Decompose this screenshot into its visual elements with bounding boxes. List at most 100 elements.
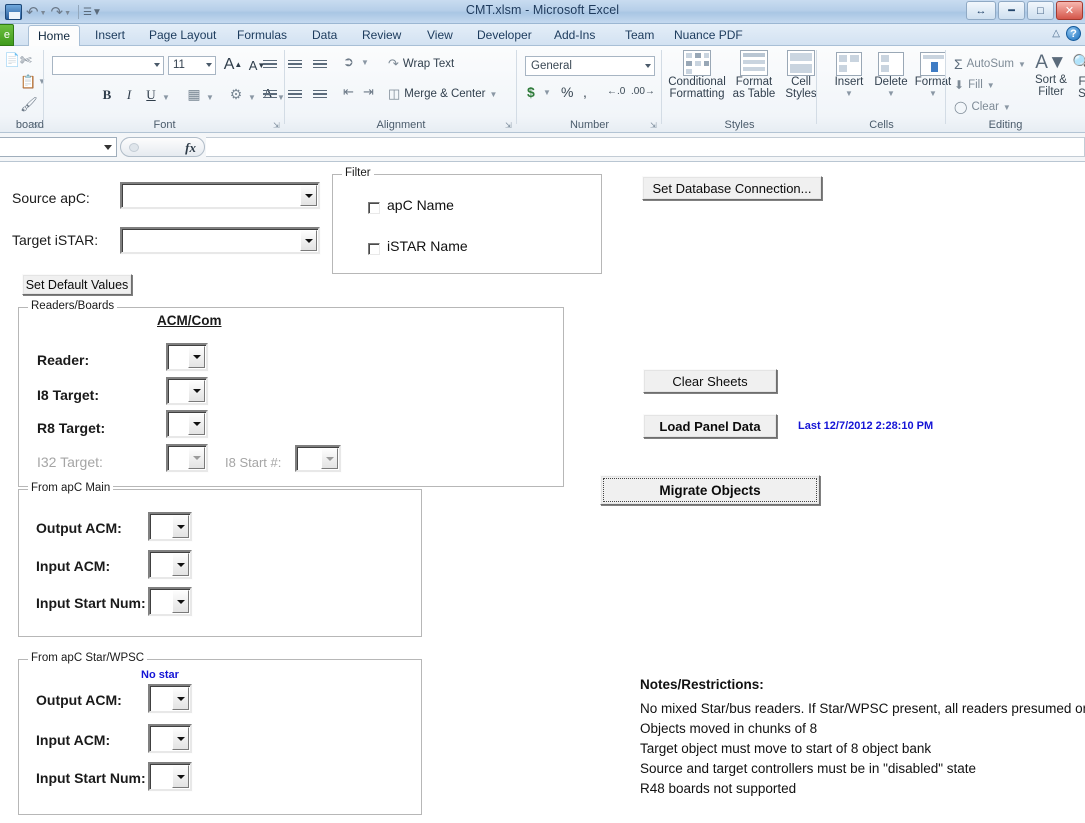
fill-color-dropdown-icon[interactable]: ▼ [246,87,258,108]
star-input-acm-select[interactable] [148,724,192,753]
grow-font-icon[interactable]: A ▲ [222,54,244,75]
underline-icon[interactable]: U [142,84,160,105]
i8-target-select[interactable] [166,377,208,405]
i8-start-select[interactable] [295,445,341,472]
source-apc-dropdown-icon[interactable] [300,185,317,206]
tab-file[interactable]: e [0,24,14,46]
main-input-acm-dropdown-icon[interactable] [172,553,189,576]
tab-nuance-pdf[interactable]: Nuance PDF [665,24,752,46]
restore-window-icon[interactable]: ↔ [966,1,996,20]
number-format-select[interactable]: General [525,56,655,76]
merge-center-button[interactable]: ◫ Merge & Center ▼ [388,86,497,102]
set-default-values-button[interactable]: Set Default Values [22,274,132,295]
decrease-decimal-icon[interactable]: .00→ [631,86,655,97]
tab-developer[interactable]: Developer [468,24,541,46]
decrease-indent-icon[interactable]: ⇤ [340,84,360,104]
main-input-acm-select[interactable] [148,550,192,579]
i8-start-dropdown-icon[interactable] [321,448,338,469]
collapse-ribbon-icon[interactable]: △ [1052,28,1060,39]
number-dialog-launcher-icon[interactable]: ⇲ [650,121,659,130]
cell-styles-button[interactable]: Cell Styles [780,50,822,100]
percent-icon[interactable]: % [561,84,573,100]
reader-select[interactable] [166,343,208,371]
minimize-icon[interactable]: ━ [998,1,1025,20]
r8-target-select[interactable] [166,410,208,438]
fill-dropdown-icon[interactable]: ▼ [987,81,995,90]
align-center-icon[interactable] [285,84,305,104]
merge-center-dropdown-icon[interactable]: ▼ [489,90,497,99]
fill-color-icon[interactable]: ⚙ [226,84,246,105]
find-select-button[interactable]: 🔍 F S [1072,52,1085,100]
migrate-objects-button[interactable]: Migrate Objects [600,475,820,505]
comma-icon[interactable]: , [583,84,587,100]
insert-cells-button[interactable]: Insert ▼ [827,52,871,100]
orientation-dropdown-icon[interactable]: ▼ [358,58,378,78]
target-istar-dropdown-icon[interactable] [300,230,317,251]
name-box[interactable] [0,137,117,157]
maximize-icon[interactable]: □ [1027,1,1054,20]
paste-icon[interactable]: 📄 [4,52,20,68]
format-as-table-button[interactable]: Format as Table [728,50,780,100]
star-output-acm-dropdown-icon[interactable] [172,687,189,710]
r8-target-dropdown-icon[interactable] [188,413,205,435]
tab-review[interactable]: Review [353,24,410,46]
help-icon[interactable]: ? [1066,26,1081,41]
tab-add-ins[interactable]: Add-Ins [545,24,604,46]
insert-function-button[interactable]: fx [120,137,205,157]
tab-home[interactable]: Home [28,25,81,47]
sort-filter-button[interactable]: A▼ Sort & Filter [1028,52,1074,98]
increase-indent-icon[interactable]: ⇥ [360,84,380,104]
font-name-dropdown-icon[interactable] [154,63,160,67]
tab-page-layout[interactable]: Page Layout [140,24,225,46]
reader-dropdown-icon[interactable] [188,346,205,368]
delete-cells-dropdown-icon[interactable]: ▼ [887,88,895,100]
clipboard-dialog-launcher-icon[interactable]: ⇲ [32,121,41,130]
star-output-acm-select[interactable] [148,684,192,713]
tab-formulas[interactable]: Formulas [228,24,296,46]
main-output-acm-dropdown-icon[interactable] [172,515,189,538]
i32-target-dropdown-icon[interactable] [188,447,205,469]
format-cells-dropdown-icon[interactable]: ▼ [929,88,937,100]
alignment-dialog-launcher-icon[interactable]: ⇲ [505,121,514,130]
format-painter-icon[interactable]: 🖌 [20,96,38,113]
copy-icon[interactable]: 📋 [20,74,36,90]
font-dialog-launcher-icon[interactable]: ⇲ [273,121,282,130]
star-input-start-num-dropdown-icon[interactable] [172,765,189,788]
tab-view[interactable]: View [418,24,462,46]
clear-dropdown-icon[interactable]: ▼ [1003,103,1011,112]
clear-button[interactable]: ◯ Clear ▼ [954,100,1011,114]
fill-button[interactable]: ⬇ Fill ▼ [954,78,995,92]
align-right-icon[interactable] [310,84,330,104]
clear-sheets-button[interactable]: Clear Sheets [643,369,777,393]
orientation-icon[interactable]: ➲ [340,54,360,74]
insert-cells-dropdown-icon[interactable]: ▼ [845,88,853,100]
autosum-button[interactable]: Σ AutoSum ▼ [954,56,1026,72]
align-top-icon[interactable] [260,54,280,74]
wrap-text-button[interactable]: ↷ Wrap Text [388,56,454,72]
i8-target-dropdown-icon[interactable] [188,380,205,402]
load-panel-data-button[interactable]: Load Panel Data [643,414,777,438]
i32-target-select[interactable] [166,444,208,472]
currency-icon[interactable]: $ [527,84,535,100]
borders-dropdown-icon[interactable]: ▼ [204,87,216,108]
tab-insert[interactable]: Insert [86,24,134,46]
autosum-dropdown-icon[interactable]: ▼ [1018,60,1026,69]
align-left-icon[interactable] [260,84,280,104]
star-input-start-num-select[interactable] [148,762,192,791]
underline-dropdown-icon[interactable]: ▼ [160,87,172,108]
italic-icon[interactable]: I [120,84,138,105]
tab-data[interactable]: Data [303,24,346,46]
font-name-input[interactable] [52,56,164,75]
borders-icon[interactable]: ▦ [184,84,204,105]
tab-team[interactable]: Team [616,24,663,46]
target-istar-select[interactable] [120,227,320,254]
align-bottom-icon[interactable] [310,54,330,74]
main-input-start-num-dropdown-icon[interactable] [172,590,189,613]
star-input-acm-dropdown-icon[interactable] [172,727,189,750]
increase-decimal-icon[interactable]: ←.0 [607,86,625,97]
main-input-start-num-select[interactable] [148,587,192,616]
cut-icon[interactable]: ✄ [20,52,32,69]
conditional-formatting-button[interactable]: Conditional Formatting [666,50,728,100]
font-size-input[interactable]: 11 [168,56,216,75]
istar-name-checkbox[interactable] [368,243,380,255]
